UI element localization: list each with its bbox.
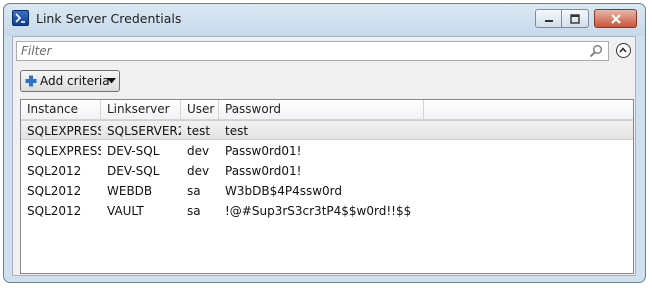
column-header-password[interactable]: Password xyxy=(219,100,424,119)
cell-linkserver: SQLSERVER2 xyxy=(107,124,181,138)
column-header-user[interactable]: User xyxy=(181,100,219,119)
plus-icon xyxy=(25,75,37,87)
window: Link Server Credentials Filter Add crite… xyxy=(3,3,646,283)
table-row[interactable]: SQL2012 VAULT sa !@#Sup3rS3cr3tP4$$w0rd!… xyxy=(21,201,633,221)
cell-instance: SQLEXPRESS xyxy=(27,144,101,158)
column-header-linkserver[interactable]: Linkserver xyxy=(101,100,181,119)
cell-linkserver: WEBDB xyxy=(107,184,153,198)
filter-box[interactable] xyxy=(16,41,609,61)
minimize-button[interactable] xyxy=(535,9,562,28)
table-row[interactable]: SQL2012 DEV-SQL dev Passw0rd01! xyxy=(21,161,633,181)
minimize-icon xyxy=(544,19,553,22)
cell-password: W3bDB$4P4ssw0rd xyxy=(225,184,343,198)
collapse-filter-button[interactable] xyxy=(616,43,631,58)
close-icon xyxy=(610,13,621,24)
cell-password: Passw0rd01! xyxy=(225,144,302,158)
cell-user: test xyxy=(187,124,211,138)
cell-instance: SQLEXPRESS xyxy=(27,124,101,138)
cell-linkserver: DEV-SQL xyxy=(107,164,160,178)
maximize-icon xyxy=(570,13,580,24)
maximize-button[interactable] xyxy=(562,9,589,28)
cell-user: dev xyxy=(187,164,210,178)
title-bar[interactable]: Link Server Credentials xyxy=(4,4,645,36)
window-title: Link Server Credentials xyxy=(36,11,182,26)
client-area: Add criteria Instance Linkserver User Pa… xyxy=(12,36,636,276)
table-row[interactable]: SQL2012 WEBDB sa W3bDB$4P4ssw0rd xyxy=(21,181,633,201)
cell-instance: SQL2012 xyxy=(27,204,82,218)
add-criteria-button[interactable]: Add criteria xyxy=(20,70,120,92)
cell-instance: SQL2012 xyxy=(27,184,82,198)
column-header-instance[interactable]: Instance xyxy=(21,100,101,119)
cell-password: test xyxy=(225,124,249,138)
cell-password: Passw0rd01! xyxy=(225,164,302,178)
add-criteria-label: Add criteria xyxy=(40,74,110,88)
search-icon[interactable] xyxy=(589,44,603,58)
cell-instance: SQL2012 xyxy=(27,164,82,178)
table-row[interactable]: SQLEXPRESS DEV-SQL dev Passw0rd01! xyxy=(21,141,633,161)
column-header-filler xyxy=(424,100,633,119)
close-button[interactable] xyxy=(594,9,637,28)
credentials-grid[interactable]: Instance Linkserver User Password SQLEXP… xyxy=(20,99,634,274)
chevron-up-icon xyxy=(619,47,627,53)
grid-header: Instance Linkserver User Password xyxy=(21,100,633,120)
cell-linkserver: VAULT xyxy=(107,204,144,218)
cell-linkserver: DEV-SQL xyxy=(107,144,160,158)
table-row[interactable]: SQLEXPRESS SQLSERVER2 test test xyxy=(21,120,633,140)
dropdown-arrow-icon xyxy=(107,78,116,84)
filter-input[interactable] xyxy=(21,43,581,59)
powershell-icon[interactable] xyxy=(12,10,29,26)
cell-user: sa xyxy=(187,184,201,198)
cell-user: dev xyxy=(187,144,210,158)
cell-user: sa xyxy=(187,204,201,218)
cell-password: !@#Sup3rS3cr3tP4$$w0rd!!$$ xyxy=(225,204,412,218)
